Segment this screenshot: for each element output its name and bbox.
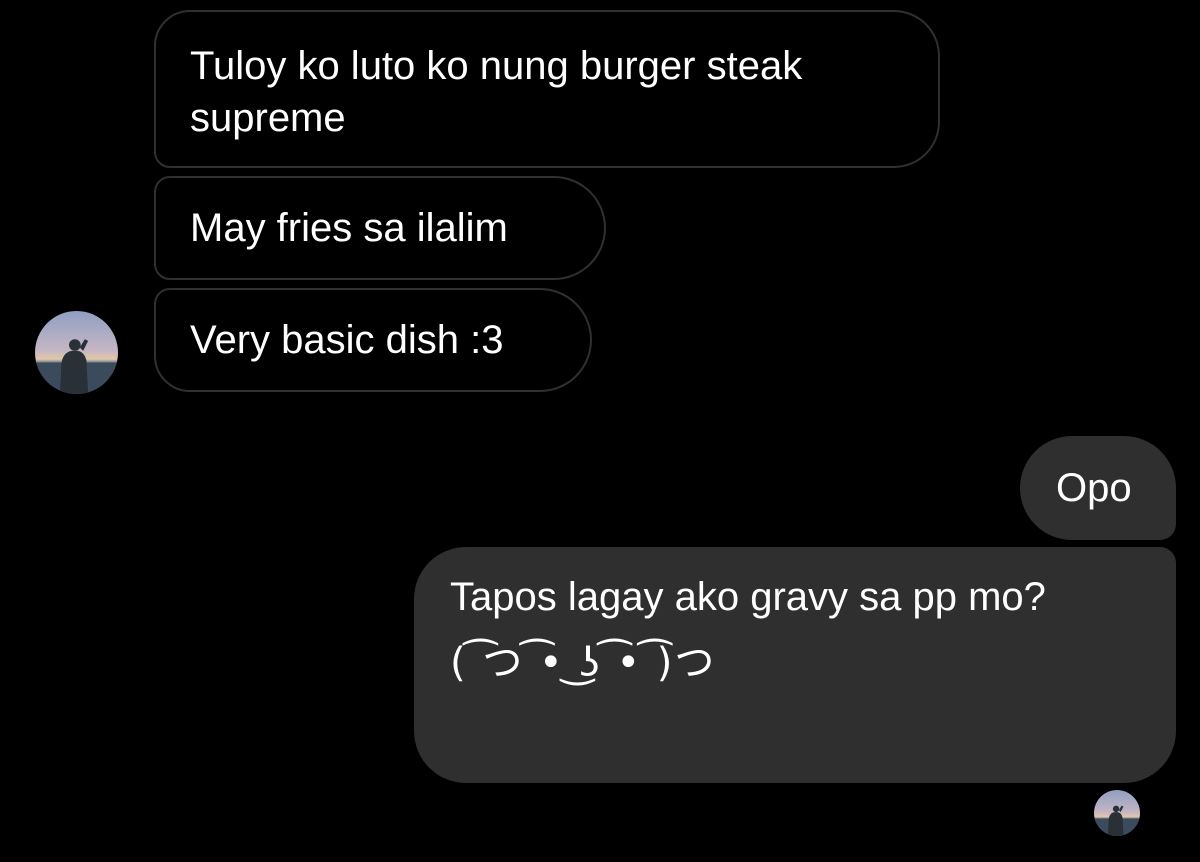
received-message-bubble[interactable]: Tuloy ko luto ko nung burger steak supre…	[154, 10, 940, 168]
message-text: supreme	[190, 96, 346, 140]
sent-message-bubble[interactable]: Opo	[1020, 436, 1176, 540]
kaomoji-text: ( ͡つ ͡• ͜ʖ ͡• ͡)つ	[450, 640, 717, 686]
message-text: Tapos lagay ako gravy sa pp mo?	[450, 575, 1046, 619]
sent-message-bubble[interactable]: Tapos lagay ako gravy sa pp mo? ( ͡つ ͡• …	[414, 547, 1176, 783]
received-message-bubble[interactable]: May fries sa ilalim	[154, 176, 606, 280]
message-text: Very basic dish :3	[190, 318, 504, 362]
message-text: May fries sa ilalim	[190, 206, 508, 250]
message-text: Tuloy ko luto ko nung burger steak	[190, 44, 803, 88]
received-message-bubble[interactable]: Very basic dish :3	[154, 288, 592, 392]
person-silhouette-icon	[35, 339, 118, 394]
person-silhouette-icon	[1094, 805, 1140, 836]
contact-avatar[interactable]	[35, 311, 118, 394]
read-receipt-avatar	[1094, 790, 1140, 836]
message-text: Opo	[1056, 466, 1132, 510]
